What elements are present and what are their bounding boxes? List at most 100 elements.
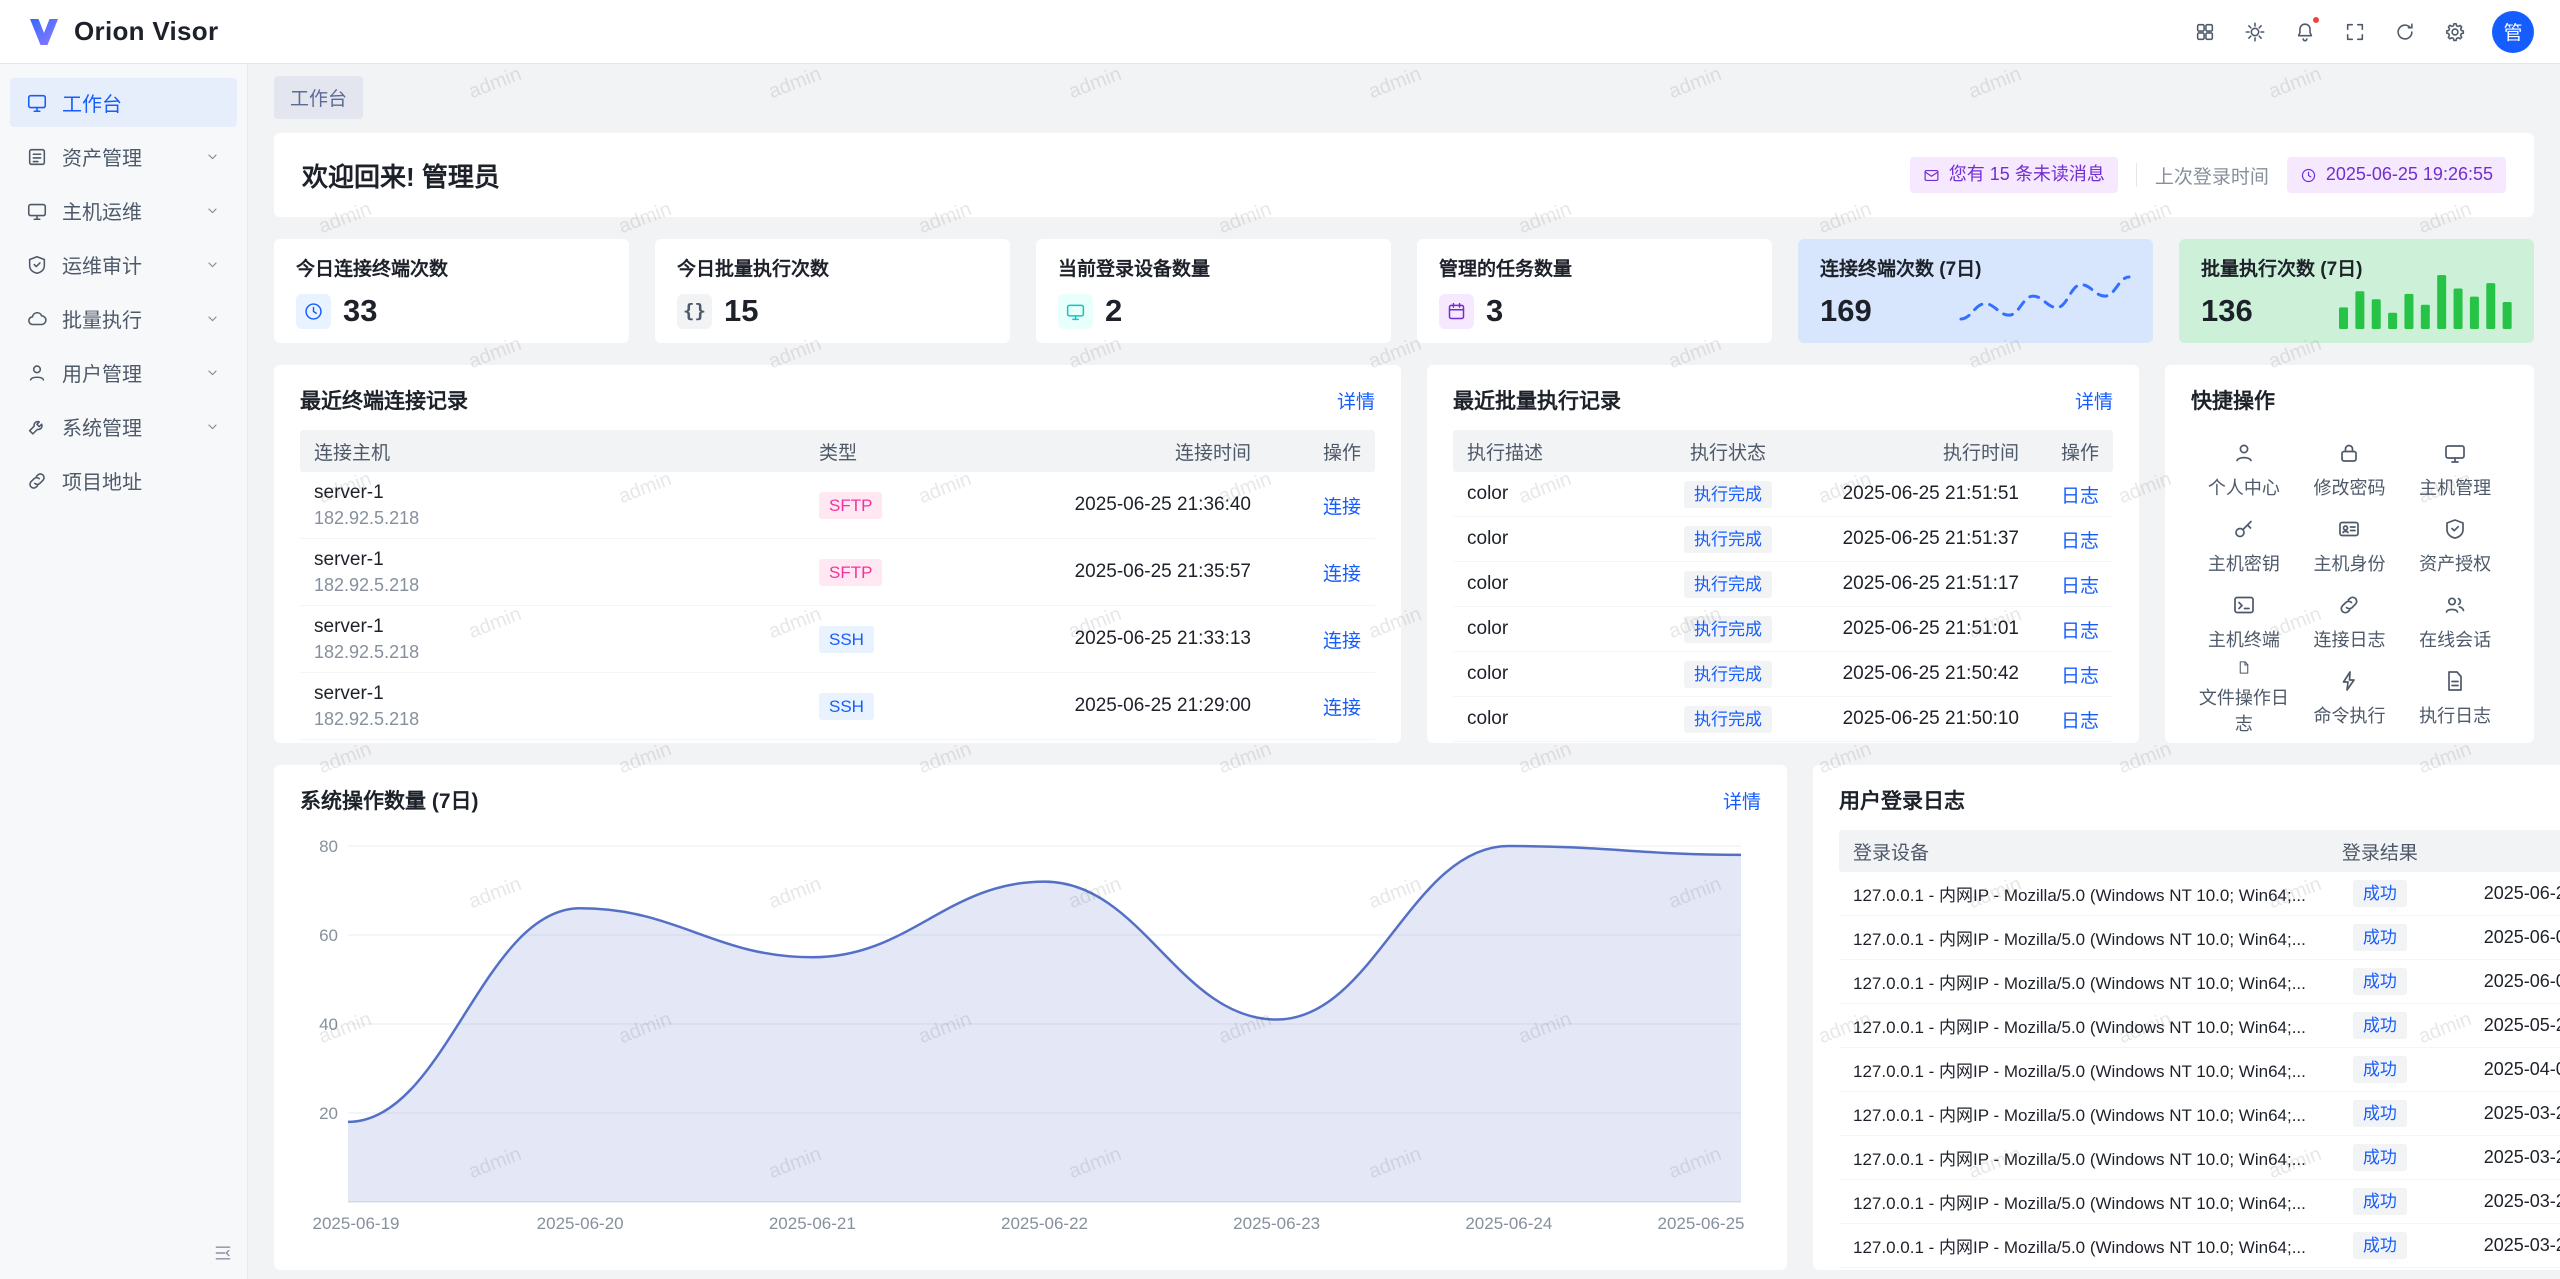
connect-link[interactable]: 连接 <box>1323 631 1361 652</box>
quick-action-command-execution[interactable]: 命令执行 <box>2297 660 2403 736</box>
log-link[interactable]: 日志 <box>2061 621 2099 642</box>
terminal-trend-sparkline <box>1955 267 2135 329</box>
exec-desc: color <box>1453 573 1653 595</box>
sidebar: 工作台资产管理主机运维运维审计批量执行用户管理系统管理项目地址 <box>0 64 248 1279</box>
terminal-row: server-1182.92.5.218SFTP2025-06-25 21:35… <box>300 539 1375 606</box>
monitor-icon <box>1065 301 1086 322</box>
bottom-row: 系统操作数量 (7日) 详情 204060802025-06-192025-06… <box>274 765 2534 1270</box>
sidebar-item-user-mgmt[interactable]: 用户管理 <box>10 348 237 397</box>
stat-label: 管理的任务数量 <box>1439 254 1750 281</box>
login-result-tag: 成功 <box>2353 1100 2407 1127</box>
quick-action-label: 文件操作日志 <box>2191 684 2297 736</box>
stat-value: 3 <box>1486 293 1503 329</box>
exec-table: 执行描述执行状态执行时间操作 color 执行完成 2025-06-25 21:51:… <box>1453 430 2113 742</box>
terminal-icon <box>2232 593 2256 617</box>
stat-value: 136 <box>2201 293 2253 329</box>
apps-button[interactable] <box>2184 11 2226 53</box>
log-link[interactable]: 日志 <box>2061 666 2099 687</box>
sidebar-collapse-button[interactable] <box>213 1243 233 1263</box>
login-device: 127.0.0.1 - 内网IP - Mozilla/5.0 (Windows … <box>1839 925 2320 950</box>
quick-action-host-keys[interactable]: 主机密钥 <box>2191 508 2297 584</box>
unread-messages-badge[interactable]: 您有 15 条未读消息 <box>1910 157 2118 193</box>
host-name: server-1 <box>314 615 791 639</box>
user-avatar[interactable]: 管 <box>2492 11 2534 53</box>
login-device: 127.0.0.1 - 内网IP - Mozilla/5.0 (Windows … <box>1839 1233 2320 1258</box>
exec-desc: color <box>1453 663 1653 685</box>
svg-text:2025-06-19: 2025-06-19 <box>313 1214 400 1233</box>
connect-link[interactable]: 连接 <box>1323 564 1361 585</box>
quick-action-host-management[interactable]: 主机管理 <box>2402 432 2508 508</box>
fullscreen-icon <box>2344 21 2366 43</box>
quick-action-connection-logs[interactable]: 连接日志 <box>2297 584 2403 660</box>
topbar-actions: 管 <box>2184 11 2534 53</box>
sidebar-item-assets[interactable]: 资产管理 <box>10 132 237 181</box>
terminal-details-link[interactable]: 详情 <box>1337 387 1375 414</box>
sidebar-item-workbench[interactable]: 工作台 <box>10 78 237 127</box>
quick-action-execution-logs[interactable]: 执行日志 <box>2402 660 2508 736</box>
connect-link[interactable]: 连接 <box>1323 698 1361 719</box>
table-header: 执行描述执行状态执行时间操作 <box>1453 430 2113 472</box>
terminal-table: 连接主机类型连接时间操作server-1182.92.5.218SFTP2025… <box>300 430 1375 740</box>
sidebar-item-batch-exec[interactable]: 批量执行 <box>10 294 237 343</box>
login-time: 2025-06-25 19:26:55 <box>2440 883 2560 904</box>
login-row: 127.0.0.1 - 内网IP - Mozilla/5.0 (Windows … <box>1839 1048 2560 1092</box>
users-icon <box>2443 593 2467 617</box>
quick-action-asset-authorization[interactable]: 资产授权 <box>2402 508 2508 584</box>
login-row: 127.0.0.1 - 内网IP - Mozilla/5.0 (Windows … <box>1839 872 2560 916</box>
login-result-tag: 成功 <box>2353 1188 2407 1215</box>
host-name: server-1 <box>314 682 791 706</box>
unread-messages-text: 您有 15 条未读消息 <box>1949 164 2105 186</box>
last-login-time-badge: 2025-06-25 19:26:55 <box>2287 157 2506 193</box>
quick-action-personal-center[interactable]: 个人中心 <box>2191 432 2297 508</box>
protocol-tag: SSH <box>819 626 874 653</box>
log-link[interactable]: 日志 <box>2061 576 2099 597</box>
refresh-button[interactable] <box>2384 11 2426 53</box>
chart-details-link[interactable]: 详情 <box>1723 787 1761 814</box>
main-content: 工作台 欢迎回来! 管理员 您有 15 条未读消息 上次登录时间 2025-06… <box>248 64 2560 1279</box>
stat-icon-box <box>1439 294 1474 329</box>
key-icon <box>2232 517 2256 541</box>
dashboard-icon <box>26 92 48 114</box>
column-header: 执行描述 <box>1453 438 1653 465</box>
exec-time: 2025-06-25 21:51:01 <box>1803 618 2033 640</box>
notifications-button[interactable] <box>2284 11 2326 53</box>
sidebar-item-host-ops[interactable]: 主机运维 <box>10 186 237 235</box>
filelist-icon <box>2443 669 2467 693</box>
exec-details-link[interactable]: 详情 <box>2075 387 2113 414</box>
sidebar-item-system-mgmt[interactable]: 系统管理 <box>10 402 237 451</box>
settings-button[interactable] <box>2434 11 2476 53</box>
app-layout: 工作台资产管理主机运维运维审计批量执行用户管理系统管理项目地址 工作台 欢迎回来… <box>0 64 2560 1279</box>
host-ip: 182.92.5.218 <box>314 507 791 530</box>
log-link[interactable]: 日志 <box>2061 711 2099 732</box>
sidebar-item-label: 批量执行 <box>62 304 142 333</box>
quick-action-change-password[interactable]: 修改密码 <box>2297 432 2403 508</box>
connect-link[interactable]: 连接 <box>1323 497 1361 518</box>
fullscreen-button[interactable] <box>2334 11 2376 53</box>
sidebar-item-project-url[interactable]: 项目地址 <box>10 456 237 505</box>
login-device: 127.0.0.1 - 内网IP - Mozilla/5.0 (Windows … <box>1839 969 2320 994</box>
quick-action-online-sessions[interactable]: 在线会话 <box>2402 584 2508 660</box>
middle-row: 最近终端连接记录 详情 连接主机类型连接时间操作server-1182.92.5… <box>274 365 2534 743</box>
stat-value: 33 <box>343 293 377 329</box>
quick-action-host-identity[interactable]: 主机身份 <box>2297 508 2403 584</box>
page-title: 欢迎回来! 管理员 <box>302 157 500 194</box>
quick-action-host-terminal[interactable]: 主机终端 <box>2191 584 2297 660</box>
theme-icon <box>2244 21 2266 43</box>
orion-visor-logo <box>26 14 62 50</box>
protocol-tag: SFTP <box>819 559 882 586</box>
welcome-meta: 您有 15 条未读消息 上次登录时间 2025-06-25 19:26:55 <box>1910 157 2506 193</box>
watermark-text: admin <box>1666 64 1725 104</box>
log-link[interactable]: 日志 <box>2061 486 2099 507</box>
sidebar-item-ops-audit[interactable]: 运维审计 <box>10 240 237 289</box>
quick-action-file-operation-logs[interactable]: 文件操作日志 <box>2191 660 2297 736</box>
login-row: 127.0.0.1 - 内网IP - Mozilla/5.0 (Windows … <box>1839 916 2560 960</box>
theme-button[interactable] <box>2234 11 2276 53</box>
log-link[interactable]: 日志 <box>2061 531 2099 552</box>
breadcrumb[interactable]: 工作台 <box>274 76 363 119</box>
host-name: server-1 <box>314 548 791 572</box>
chevron-down-icon <box>204 364 221 381</box>
exec-status-tag: 执行完成 <box>1684 526 1772 553</box>
quick-action-label: 连接日志 <box>2313 626 2385 652</box>
sidebar-item-label: 用户管理 <box>62 358 142 387</box>
exec-time: 2025-06-25 21:51:51 <box>1803 483 2033 505</box>
